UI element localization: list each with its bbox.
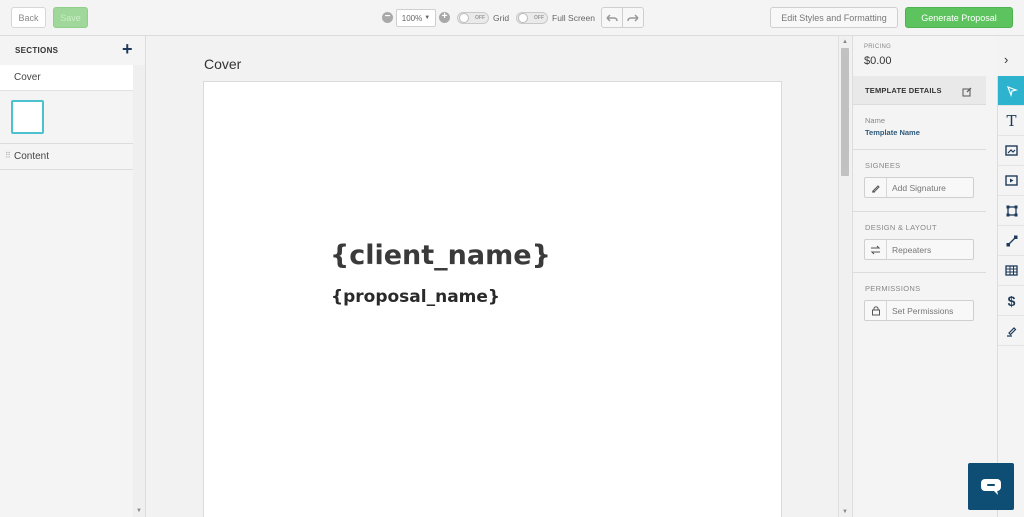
pricing-label: PRICING xyxy=(864,44,892,50)
sections-header: SECTIONS + xyxy=(0,36,146,64)
pricing-value: $0.00 xyxy=(864,55,892,67)
pen-icon xyxy=(865,178,887,197)
set-permissions-label: Set Permissions xyxy=(892,306,954,316)
fullscreen-label: Full Screen xyxy=(552,13,595,23)
section-item-cover[interactable]: Cover xyxy=(0,65,133,91)
pointer-icon[interactable] xyxy=(998,76,1024,106)
toggle-knob xyxy=(518,13,528,23)
section-label: Cover xyxy=(14,72,41,83)
tool-rail: T $ xyxy=(997,76,1024,517)
section-item-content[interactable]: ⠿ Content xyxy=(0,144,133,170)
line-icon[interactable] xyxy=(998,226,1024,256)
plus-icon[interactable]: + xyxy=(122,39,133,59)
zoom-out-icon[interactable]: − xyxy=(382,12,393,23)
proposal-editor: Back Save − 100% ▼ + OFF Grid OFF Full S… xyxy=(0,0,1024,517)
template-details-header: TEMPLATE DETAILS xyxy=(853,76,986,105)
redo-icon xyxy=(627,13,639,22)
design-layout-label: DESIGN & LAYOUT xyxy=(865,223,937,232)
sidebar-scrollbar[interactable]: ▼ xyxy=(133,65,145,517)
edit-styles-button[interactable]: Edit Styles and Formatting xyxy=(770,7,898,28)
undo-button[interactable] xyxy=(602,8,623,27)
properties-panel: PRICING $0.00 TEMPLATE DETAILS Name Temp… xyxy=(852,36,997,517)
table-icon[interactable] xyxy=(998,256,1024,286)
drag-handle-icon[interactable]: ⠿ xyxy=(5,151,11,160)
image-icon[interactable] xyxy=(998,136,1024,166)
page-thumbnail[interactable] xyxy=(11,100,44,134)
canvas-scrollbar[interactable]: ▲ ▼ xyxy=(838,36,851,517)
chat-icon xyxy=(981,478,1001,495)
scroll-down-icon[interactable]: ▼ xyxy=(136,508,142,514)
repeat-icon xyxy=(865,240,887,259)
repeaters-button[interactable]: Repeaters xyxy=(864,239,974,260)
video-icon[interactable] xyxy=(998,166,1024,196)
fullscreen-toggle[interactable]: OFF xyxy=(516,12,548,24)
divider xyxy=(853,149,986,150)
redo-button[interactable] xyxy=(623,8,643,27)
scroll-up-icon[interactable]: ▲ xyxy=(842,39,848,45)
caret-down-icon: ▼ xyxy=(424,15,431,21)
add-signature-button[interactable]: Add Signature xyxy=(864,177,974,198)
grid-toggle-state: OFF xyxy=(475,15,485,21)
top-toolbar: Back Save − 100% ▼ + OFF Grid OFF Full S… xyxy=(0,0,1024,36)
document-canvas: Cover {client_name} {proposal_name} xyxy=(147,36,838,517)
grid-label: Grid xyxy=(493,13,510,23)
text-icon[interactable]: T xyxy=(998,106,1024,136)
template-details-title: TEMPLATE DETAILS xyxy=(865,86,942,95)
set-permissions-button[interactable]: Set Permissions xyxy=(864,300,974,321)
fullscreen-toggle-state: OFF xyxy=(534,15,544,21)
divider xyxy=(853,211,986,212)
zoom-select[interactable]: 100% ▼ xyxy=(396,9,436,27)
undo-icon xyxy=(606,13,618,22)
zoom-value: 100% xyxy=(401,13,423,23)
zoom-in-icon[interactable]: + xyxy=(439,12,450,23)
page-title: Cover xyxy=(204,56,242,72)
save-button[interactable]: Save xyxy=(53,7,88,28)
sections-sidebar: SECTIONS + Cover ⠿ Content ▼ xyxy=(0,36,146,517)
edit-icon[interactable] xyxy=(962,84,972,102)
scroll-down-icon[interactable]: ▼ xyxy=(842,509,848,515)
name-label: Name xyxy=(865,116,886,125)
toggle-knob xyxy=(459,13,469,23)
template-name-value[interactable]: Template Name xyxy=(865,128,920,137)
repeaters-label: Repeaters xyxy=(892,245,932,255)
divider xyxy=(853,272,986,273)
proposal-name-field[interactable]: {proposal_name} xyxy=(331,287,500,307)
shape-icon[interactable] xyxy=(998,196,1024,226)
client-name-field[interactable]: {client_name} xyxy=(330,240,551,271)
generate-proposal-button[interactable]: Generate Proposal xyxy=(905,7,1013,28)
cover-page[interactable]: {client_name} {proposal_name} xyxy=(203,81,782,517)
grid-toggle[interactable]: OFF xyxy=(457,12,489,24)
sections-title: SECTIONS xyxy=(15,46,59,55)
back-button[interactable]: Back xyxy=(11,7,46,28)
signature-icon[interactable] xyxy=(998,316,1024,346)
chevron-right-icon[interactable]: › xyxy=(1004,52,1008,67)
scrollbar-thumb[interactable] xyxy=(841,48,849,176)
chat-launcher-button[interactable] xyxy=(968,463,1014,510)
lock-icon xyxy=(865,301,887,320)
permissions-label: PERMISSIONS xyxy=(865,284,921,293)
add-signature-label: Add Signature xyxy=(892,183,946,193)
dollar-icon[interactable]: $ xyxy=(998,286,1024,316)
signees-label: SIGNEES xyxy=(865,161,901,170)
section-label: Content xyxy=(14,151,50,162)
undo-redo-group xyxy=(601,7,644,28)
